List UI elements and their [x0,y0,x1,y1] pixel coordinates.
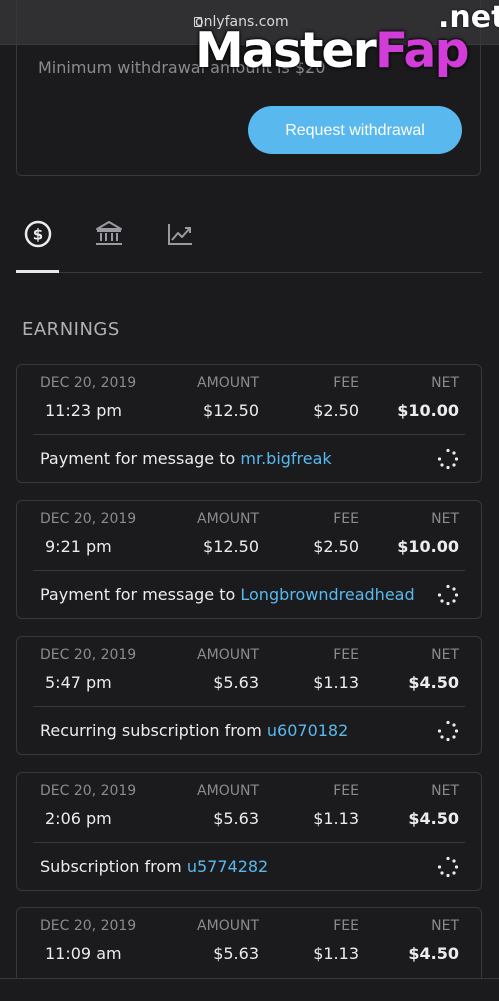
pending-spinner-icon [437,856,459,878]
statements-tabs: $ [16,210,482,273]
earning-time: 9:21 pm [45,537,112,556]
earning-time: 2:06 pm [45,809,112,828]
dollar-icon: $ [24,220,52,248]
minimum-withdrawal-text: Minimum withdrawal amount is $20 [38,58,326,77]
earnings-section-title: EARNINGS [22,319,120,340]
earning-net: $4.50 [408,944,459,963]
earning-date: DEC 20, 2019 [40,511,137,527]
row-divider [33,842,465,843]
tab-earnings[interactable]: $ [16,210,60,273]
earning-date: DEC 20, 2019 [40,647,137,663]
earning-date: DEC 20, 2019 [40,783,137,799]
earning-fee: $1.13 [313,673,359,692]
row-divider [33,434,465,435]
earning-fee: $1.13 [313,809,359,828]
earning-row: DEC 20, 2019 AMOUNT FEE NET 9:21 pm $12.… [16,500,482,619]
earning-net: $10.00 [397,537,459,556]
earning-net: $4.50 [408,673,459,692]
earning-amount: $12.50 [203,401,259,420]
net-header: NET [431,918,459,934]
chart-icon [168,224,192,245]
earning-time: 11:09 am [45,944,122,963]
earning-fee: $1.13 [313,944,359,963]
net-header: NET [431,511,459,527]
net-header: NET [431,375,459,391]
amount-header: AMOUNT [197,511,259,527]
fee-header: FEE [333,918,359,934]
pending-spinner-icon [437,448,459,470]
tab-statistics[interactable] [158,210,202,272]
tab-payouts[interactable] [87,210,131,272]
user-link[interactable]: Longbrowndreadhead [240,585,414,604]
net-header: NET [431,647,459,663]
row-divider [33,706,465,707]
amount-header: AMOUNT [197,918,259,934]
earning-net: $10.00 [397,401,459,420]
user-link[interactable]: mr.bigfreak [240,449,331,468]
earning-amount: $5.63 [213,673,259,692]
bottom-navigation-bar [0,978,499,1001]
fee-header: FEE [333,511,359,527]
earning-description: Payment for message to mr.bigfreak [40,449,332,468]
fee-header: FEE [333,783,359,799]
earning-amount: $5.63 [213,944,259,963]
earning-fee: $2.50 [313,537,359,556]
svg-text:$: $ [33,226,43,244]
earning-amount: $12.50 [203,537,259,556]
earning-row: DEC 20, 2019 AMOUNT FEE NET 11:09 am $5.… [16,907,482,987]
earning-date: DEC 20, 2019 [40,375,137,391]
earning-row: DEC 20, 2019 AMOUNT FEE NET 11:23 pm $12… [16,364,482,483]
fee-header: FEE [333,375,359,391]
request-withdrawal-button[interactable]: Request withdrawal [248,106,462,154]
earning-description: Subscription from u5774282 [40,857,269,876]
pending-spinner-icon [437,584,459,606]
earning-row: DEC 20, 2019 AMOUNT FEE NET 2:06 pm $5.6… [16,772,482,891]
user-link[interactable]: u6070182 [267,721,348,740]
earning-description: Payment for message to Longbrowndreadhea… [40,585,415,604]
earning-time: 5:47 pm [45,673,112,692]
bank-icon [96,221,122,245]
net-header: NET [431,783,459,799]
earning-date: DEC 20, 2019 [40,918,137,934]
user-link[interactable]: u5774282 [187,857,268,876]
fee-header: FEE [333,647,359,663]
earning-time: 11:23 pm [45,401,122,420]
earning-description: Recurring subscription from u6070182 [40,721,349,740]
amount-header: AMOUNT [197,783,259,799]
withdrawal-card: Minimum withdrawal amount is $20 Request… [16,0,481,176]
amount-header: AMOUNT [197,647,259,663]
earning-row: DEC 20, 2019 AMOUNT FEE NET 5:47 pm $5.6… [16,636,482,755]
pending-spinner-icon [437,720,459,742]
earning-net: $4.50 [408,809,459,828]
active-tab-indicator [16,270,59,273]
earning-fee: $2.50 [313,401,359,420]
earning-amount: $5.63 [213,809,259,828]
row-divider [33,570,465,571]
amount-header: AMOUNT [197,375,259,391]
